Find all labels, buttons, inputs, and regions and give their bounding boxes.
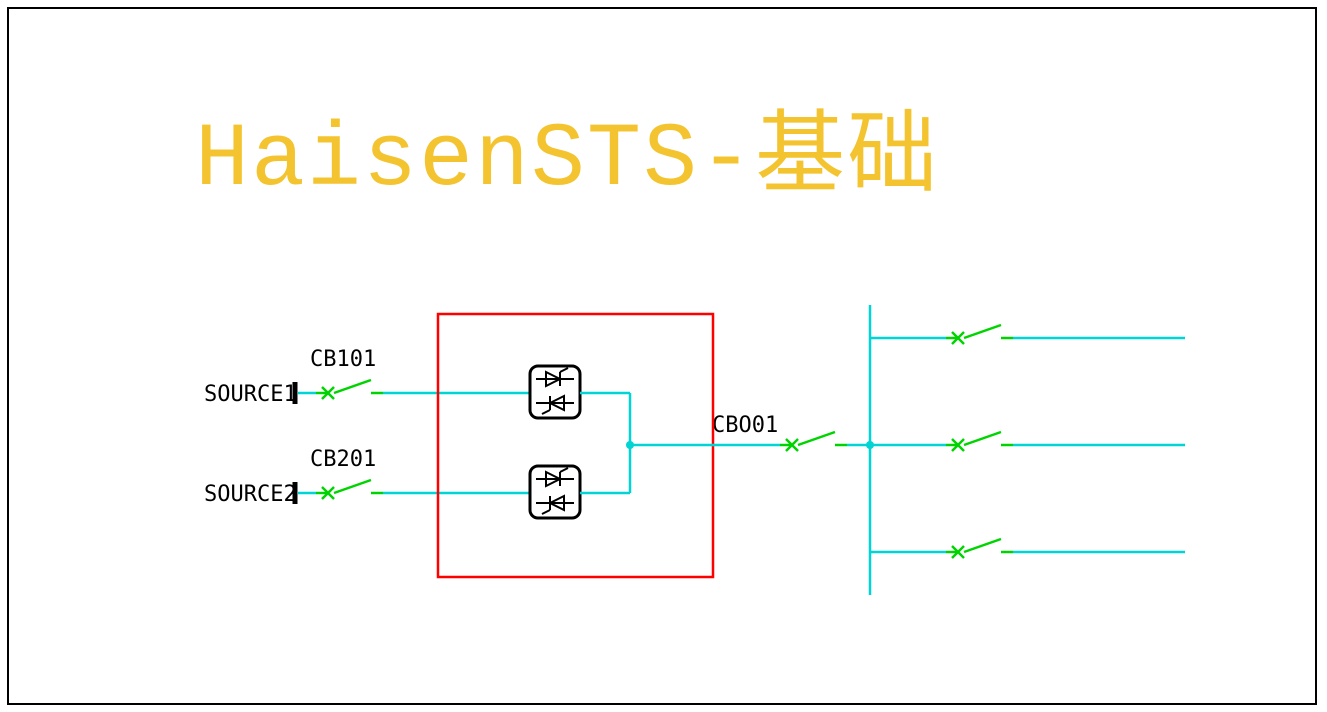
breaker-feeder-3 bbox=[946, 539, 1013, 558]
breaker-cb101 bbox=[316, 380, 383, 399]
scr-module-2 bbox=[530, 466, 580, 518]
breaker-feeder-2 bbox=[946, 432, 1013, 451]
breaker-cbo01 bbox=[780, 432, 847, 451]
breaker-feeder-1 bbox=[946, 325, 1013, 344]
scr-module-1 bbox=[530, 366, 580, 418]
breaker-cb201 bbox=[316, 480, 383, 499]
schematic-svg bbox=[0, 0, 1327, 712]
